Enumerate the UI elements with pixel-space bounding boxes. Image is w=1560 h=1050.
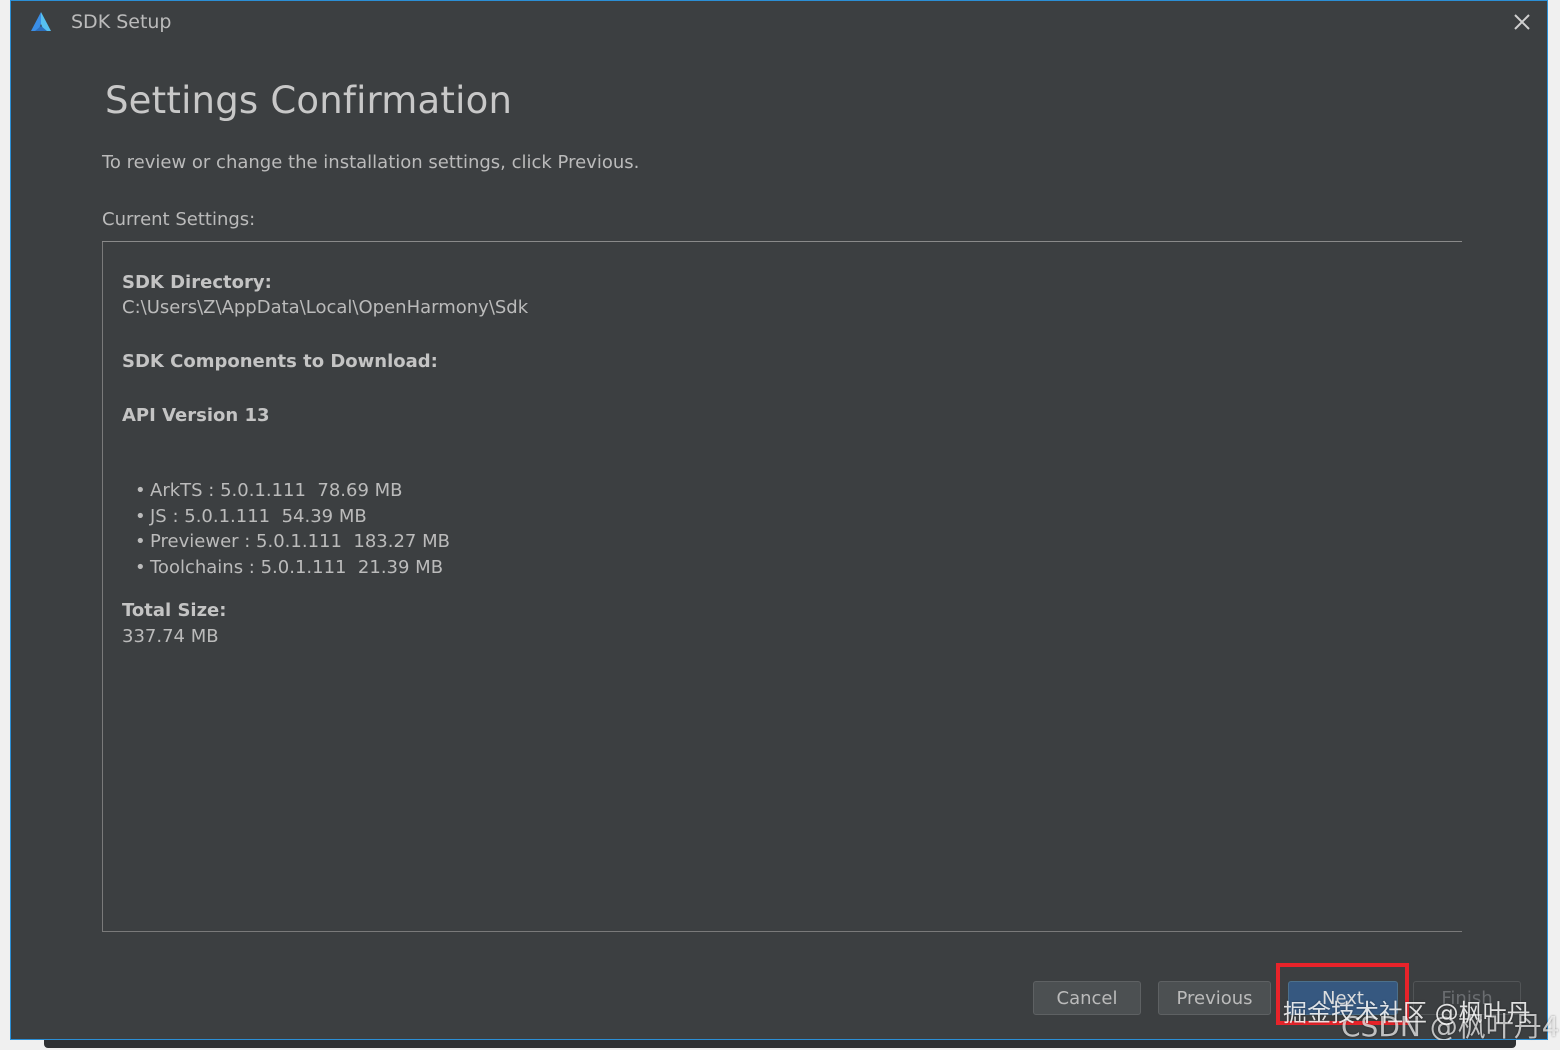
total-size-label: Total Size: — [122, 600, 227, 621]
sdk-setup-dialog: SDK Setup Settings Confirmation To revie… — [10, 0, 1560, 1043]
close-icon[interactable] — [1507, 7, 1537, 37]
cancel-button[interactable]: Cancel — [1033, 981, 1141, 1015]
button-bar: Cancel Previous Next Finish — [11, 981, 1547, 1017]
component-list: • ArkTS : 5.0.1.111 78.69 MB • JS : 5.0.1.… — [135, 478, 450, 581]
sdk-directory-label: SDK Directory: — [122, 272, 272, 293]
component-text: Previewer : 5.0.1.111 183.27 MB — [150, 531, 450, 553]
window-title: SDK Setup — [71, 11, 172, 33]
components-label: SDK Components to Download: — [122, 351, 438, 372]
previous-button[interactable]: Previous — [1158, 981, 1271, 1015]
api-version-label: API Version 13 — [122, 405, 270, 426]
list-item: • Previewer : 5.0.1.111 183.27 MB — [135, 531, 450, 553]
finish-button: Finish — [1413, 981, 1521, 1015]
deveco-logo-icon — [29, 11, 53, 33]
current-settings-label: Current Settings: — [102, 209, 256, 230]
component-text: ArkTS : 5.0.1.111 78.69 MB — [150, 480, 403, 501]
title-bar: SDK Setup — [11, 1, 1547, 45]
list-item: • ArkTS : 5.0.1.111 78.69 MB — [135, 480, 403, 501]
total-size-value: 337.74 MB — [122, 626, 219, 647]
component-text: JS : 5.0.1.111 54.39 MB — [150, 505, 367, 527]
next-button[interactable]: Next — [1288, 981, 1398, 1015]
list-item: • JS : 5.0.1.111 54.39 MB — [135, 505, 367, 527]
list-item: • Toolchains : 5.0.1.111 21.39 MB — [135, 557, 444, 579]
page-title: Settings Confirmation — [105, 79, 513, 122]
window-shadow — [44, 1040, 1516, 1048]
sdk-directory-value: C:\Users\Z\AppData\Local\OpenHarmony\Sdk — [122, 297, 529, 318]
settings-summary-panel[interactable]: SDK Directory: C:\Users\Z\AppData\Local\… — [102, 242, 1462, 932]
component-text: Toolchains : 5.0.1.111 21.39 MB — [150, 557, 444, 579]
page-subtitle: To review or change the installation set… — [102, 152, 640, 173]
